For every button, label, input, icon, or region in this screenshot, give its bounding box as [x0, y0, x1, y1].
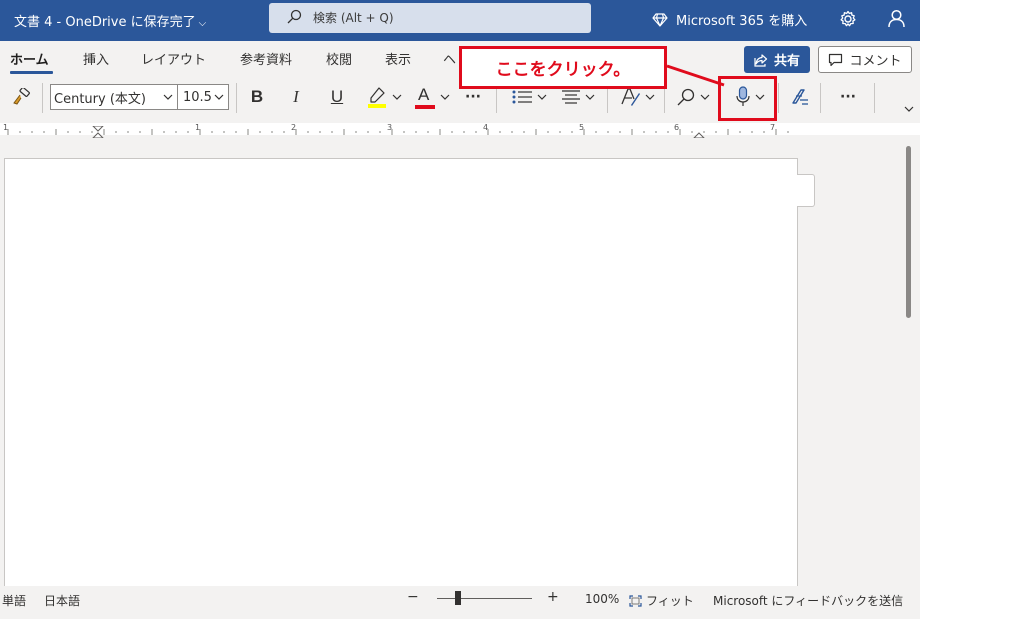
chevron-down-icon: ⌵	[198, 18, 207, 29]
ruler-number: 7	[770, 123, 776, 132]
highlighter-icon	[368, 87, 386, 108]
ruler[interactable]: 1 1 2 3 4 5 6 7	[0, 119, 920, 139]
zoom-out-button[interactable]: −	[407, 589, 419, 605]
search-box[interactable]	[269, 3, 591, 33]
font-color-bar	[415, 105, 435, 109]
ruler-number: 5	[579, 123, 585, 132]
share-button[interactable]: 共有	[744, 46, 810, 73]
zoom-in-button[interactable]: +	[547, 589, 559, 605]
chevron-down-icon	[585, 94, 595, 100]
align-center-icon	[562, 90, 580, 104]
tab-review[interactable]: 校閲	[326, 49, 352, 68]
tab-layout[interactable]: レイアウト	[141, 49, 206, 68]
annotation-callout: ここをクリック。	[459, 46, 667, 89]
toolbar-separator	[874, 83, 875, 113]
italic-button[interactable]: I	[285, 77, 307, 117]
zoom-level[interactable]: 100%	[585, 592, 619, 606]
tab-insert[interactable]: 挿入	[83, 49, 109, 68]
annotation-text: ここをクリック。	[495, 60, 631, 80]
ruler-number: 4	[483, 123, 489, 132]
tab-view[interactable]: 表示	[385, 49, 411, 68]
document-title-text: 文書 4 - OneDrive に保存完了	[14, 15, 196, 30]
document-canvas	[0, 139, 920, 598]
status-bar: 単語 日本語 − + 100% フィット Microsoft にフィードバックを…	[0, 586, 920, 612]
font-name-value: Century (本文)	[54, 91, 146, 107]
ruler-number: 2	[291, 123, 297, 132]
search-input[interactable]	[313, 8, 573, 28]
font-color-icon: A	[414, 85, 436, 109]
tab-references[interactable]: 参考資料	[240, 49, 292, 68]
comment-button[interactable]: コメント	[818, 46, 912, 73]
ruler-strip	[0, 123, 920, 139]
fit-icon	[629, 594, 642, 607]
bullet-list-icon	[512, 90, 532, 104]
language-indicator[interactable]: 日本語	[44, 592, 80, 609]
buy-microsoft365-button[interactable]: Microsoft 365 を購入	[652, 10, 807, 29]
vertical-scrollbar[interactable]	[906, 146, 911, 318]
format-painter-icon	[13, 88, 30, 105]
comment-icon	[829, 53, 843, 66]
chevron-down-icon	[163, 94, 173, 100]
fit-button[interactable]: フィット	[629, 592, 694, 609]
styles-icon	[621, 88, 640, 106]
zoom-slider-thumb[interactable]	[455, 591, 461, 605]
annotation-highlight-box	[718, 76, 777, 121]
ruler-number: 6	[674, 123, 680, 132]
font-color-letter: A	[418, 85, 430, 104]
person-icon[interactable]	[887, 9, 906, 28]
feedback-link[interactable]: Microsoft にフィードバックを送信	[713, 592, 903, 609]
toolbar-separator	[778, 83, 779, 113]
font-size-value: 10.5	[183, 89, 212, 105]
active-tab-indicator	[10, 71, 53, 74]
chevron-down-icon	[700, 94, 710, 100]
share-icon	[754, 53, 768, 67]
ribbon-expand-icon[interactable]	[903, 105, 915, 113]
toolbar-separator	[236, 83, 237, 113]
search-icon	[287, 9, 302, 24]
bold-button[interactable]: B	[246, 77, 268, 117]
format-painter-button[interactable]	[8, 77, 34, 117]
zoom-slider-track[interactable]	[437, 598, 532, 599]
word-count[interactable]: 単語	[2, 592, 26, 609]
diamond-icon	[652, 12, 668, 27]
toolbar-separator	[42, 83, 43, 113]
editor-button[interactable]	[786, 77, 812, 117]
comment-label: コメント	[849, 54, 902, 69]
more-options-button[interactable]: ···	[834, 77, 862, 117]
ruler-number: 1	[3, 123, 9, 132]
word-online-window: 文書 4 - OneDrive に保存完了⌵ Microsoft 365 を購入…	[0, 0, 920, 619]
find-button[interactable]	[672, 77, 714, 117]
highlight-button[interactable]	[364, 77, 404, 117]
font-name-select[interactable]: Century (本文)	[50, 84, 178, 110]
share-label: 共有	[773, 54, 800, 69]
chevron-down-icon	[214, 94, 224, 100]
ruler-ticks	[7, 125, 789, 139]
gear-icon[interactable]	[839, 10, 857, 28]
search-icon	[677, 88, 695, 106]
chevron-down-icon	[392, 94, 402, 100]
document-title[interactable]: 文書 4 - OneDrive に保存完了 ⌵	[14, 11, 206, 30]
underline-button[interactable]: U	[326, 77, 348, 117]
chevron-down-icon	[440, 94, 450, 100]
editor-icon	[792, 89, 808, 105]
toolbar-separator	[820, 83, 821, 113]
page-side-tab[interactable]	[797, 174, 815, 207]
font-size-select[interactable]: 10.5	[177, 84, 229, 110]
ruler-number: 1	[195, 123, 201, 132]
tab-help[interactable]: ヘ	[443, 49, 456, 68]
document-page[interactable]	[4, 158, 798, 598]
title-bar: 文書 4 - OneDrive に保存完了⌵ Microsoft 365 を購入	[0, 0, 920, 41]
chevron-down-icon	[537, 94, 547, 100]
font-color-button[interactable]: A	[412, 77, 452, 117]
buy-label: Microsoft 365 を購入	[676, 14, 808, 29]
chevron-down-icon	[645, 94, 655, 100]
ruler-number: 3	[387, 123, 393, 132]
fit-label: フィット	[646, 594, 694, 608]
tab-home[interactable]: ホーム	[10, 49, 49, 68]
